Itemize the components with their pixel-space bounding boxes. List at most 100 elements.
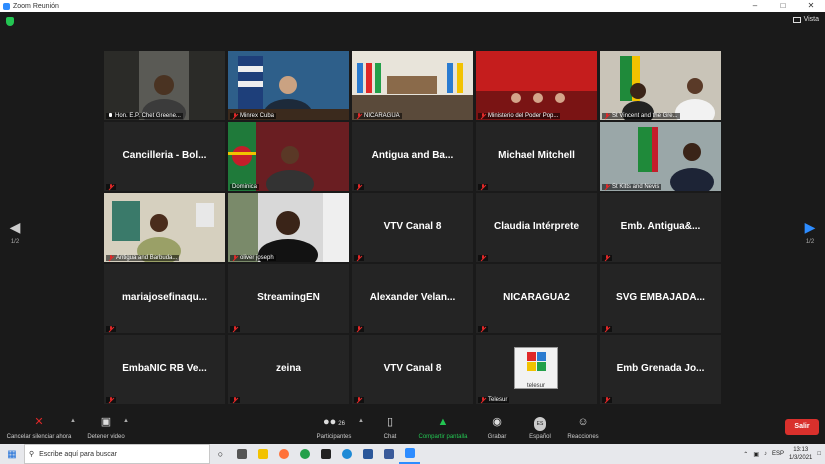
participant-tile[interactable]: Antigua and Ba... xyxy=(352,122,473,191)
mic-muted-icon xyxy=(356,326,362,332)
word-icon[interactable] xyxy=(357,444,378,464)
participant-tile[interactable]: Emb Grenada Jo... xyxy=(600,335,721,404)
firefox-icon[interactable] xyxy=(273,444,294,464)
participant-display-name: Cancilleria - Bol... xyxy=(122,150,207,161)
participant-tile[interactable]: mariajosefinaqu... xyxy=(104,264,225,333)
participant-video xyxy=(352,51,473,120)
participant-display-name: Emb. Antigua&... xyxy=(620,221,701,232)
participant-tile[interactable]: EmbaNIC RB Ve... xyxy=(104,335,225,404)
chevron-up-icon[interactable]: ▲ xyxy=(358,418,364,424)
mic-muted-icon xyxy=(232,397,238,403)
participant-tile[interactable]: SVG EMBAJADA... xyxy=(600,264,721,333)
participant-tile[interactable]: telesur Telesur xyxy=(476,335,597,404)
participant-name-bar xyxy=(106,184,116,190)
folder-icon[interactable] xyxy=(252,444,273,464)
volume-icon[interactable]: ♪ xyxy=(764,451,767,457)
window-titlebar: Zoom Reunión – □ ✕ xyxy=(0,0,825,12)
language-label: Español xyxy=(529,434,551,440)
participant-tile[interactable]: VTV Canal 8 xyxy=(352,193,473,262)
participant-tile[interactable]: Emb. Antigua&... xyxy=(600,193,721,262)
leave-meeting-button[interactable]: Salir xyxy=(785,419,819,435)
participant-tile[interactable]: Cancilleria - Bol... xyxy=(104,122,225,191)
participant-video xyxy=(600,51,721,120)
participant-tile[interactable]: Claudia Intérprete xyxy=(476,193,597,262)
task-view-icon[interactable]: ○ xyxy=(210,444,231,464)
participant-display-name: Antigua and Ba... xyxy=(371,150,454,161)
participant-tile[interactable]: NICARAGUA xyxy=(352,51,473,120)
notification-icon[interactable]: □ xyxy=(817,451,821,457)
participant-tile[interactable]: St Kitts and Nevis xyxy=(600,122,721,191)
participant-tile[interactable]: Ministerio del Poder Pop... xyxy=(476,51,597,120)
participant-tile[interactable]: NICARAGUA2 xyxy=(476,264,597,333)
clock[interactable]: 13:13 1/3/2021 xyxy=(789,446,812,462)
zoom-taskbar-icon[interactable] xyxy=(399,444,420,464)
search-placeholder: Escribe aquí para buscar xyxy=(39,450,117,458)
participant-tile[interactable]: Minrex Cuba xyxy=(228,51,349,120)
participant-name: Minrex Cuba xyxy=(240,113,275,119)
minimize-button[interactable]: – xyxy=(741,0,769,12)
reactions-button[interactable]: ☺ Reacciones xyxy=(564,416,602,440)
language-indicator[interactable]: ESP xyxy=(772,451,784,457)
gallery-view-icon xyxy=(792,16,801,23)
participants-icon: ●● 26 xyxy=(323,416,345,428)
mic-muted-icon xyxy=(604,184,610,190)
participant-video xyxy=(228,122,349,191)
participant-tile[interactable]: zeina xyxy=(228,335,349,404)
participant-tile[interactable]: St Vincent and the Gre... xyxy=(600,51,721,120)
chat-button[interactable]: ▯ Chat xyxy=(372,416,408,440)
participant-display-name: mariajosefinaqu... xyxy=(121,292,208,303)
participant-name: Ministerio del Poder Pop... xyxy=(488,113,559,119)
chrome-icon[interactable] xyxy=(294,444,315,464)
window-title: Zoom Reunión xyxy=(13,2,59,10)
participant-display-name: Michael Mitchell xyxy=(498,150,575,161)
participant-name-bar xyxy=(106,326,116,332)
share-screen-button[interactable]: ▲ Compartir pantalla xyxy=(412,416,474,440)
file-explorer-icon[interactable] xyxy=(231,444,252,464)
participant-tile[interactable]: StreamingEN xyxy=(228,264,349,333)
language-badge: ES xyxy=(533,417,547,431)
participant-video xyxy=(600,122,721,191)
taskbar-search[interactable]: ⚲ Escribe aquí para buscar xyxy=(24,444,210,464)
close-button[interactable]: ✕ xyxy=(797,0,825,12)
next-page-button[interactable]: ▶ 1/2 xyxy=(803,220,817,245)
language-button[interactable]: ES Español xyxy=(520,416,560,440)
mic-muted-icon xyxy=(480,184,486,190)
mic-muted-icon xyxy=(356,184,362,190)
video-label: Detener video xyxy=(87,434,125,440)
participant-name-bar: Ministerio del Poder Pop... xyxy=(478,113,561,119)
participant-name: Dominica xyxy=(232,184,258,190)
participant-tile[interactable]: VTV Canal 8 xyxy=(352,335,473,404)
participants-button[interactable]: ●● 26 Participantes xyxy=(310,416,358,440)
mic-muted-icon xyxy=(356,397,362,403)
gallery-grid: Hon. E.P. Chet Greene... Minrex Cuba NIC… xyxy=(104,51,721,404)
participant-tile[interactable]: Michael Mitchell xyxy=(476,122,597,191)
reactions-label: Reacciones xyxy=(567,434,599,440)
document-app-icon[interactable] xyxy=(378,444,399,464)
encryption-shield-icon[interactable] xyxy=(6,17,14,26)
maximize-button[interactable]: □ xyxy=(769,0,797,12)
windows-start-icon[interactable]: ▦ xyxy=(0,449,24,460)
mic-muted-icon xyxy=(604,397,610,403)
participant-name-bar xyxy=(354,184,364,190)
participant-video xyxy=(104,51,225,120)
record-button[interactable]: ◉ Grabar xyxy=(480,416,514,440)
participant-name-bar: Hon. E.P. Chet Greene... xyxy=(106,113,183,119)
share-screen-label: Compartir pantalla xyxy=(418,434,468,440)
chevron-up-icon[interactable]: ⌃ xyxy=(743,451,748,458)
language-globe-icon: ES xyxy=(520,416,560,431)
mic-muted-icon xyxy=(108,326,114,332)
chevron-up-icon[interactable]: ▲ xyxy=(70,418,76,424)
participant-tile[interactable]: Antigua and Barbuda... xyxy=(104,193,225,262)
network-icon[interactable]: ▣ xyxy=(753,451,759,458)
participant-tile[interactable]: Alexander Velan... xyxy=(352,264,473,333)
view-button[interactable]: Vista xyxy=(792,16,819,23)
notion-icon[interactable] xyxy=(315,444,336,464)
mic-muted-icon xyxy=(356,255,362,261)
prev-page-button[interactable]: ◀ 1/2 xyxy=(8,220,22,245)
chevron-up-icon[interactable]: ▲ xyxy=(123,418,129,424)
participant-tile[interactable]: Hon. E.P. Chet Greene... xyxy=(104,51,225,120)
edge-icon[interactable] xyxy=(336,444,357,464)
participant-tile[interactable]: oliver joseph xyxy=(228,193,349,262)
participant-tile[interactable]: Dominica xyxy=(228,122,349,191)
mute-button[interactable]: ✕ Cancelar silenciar ahora xyxy=(4,416,74,440)
